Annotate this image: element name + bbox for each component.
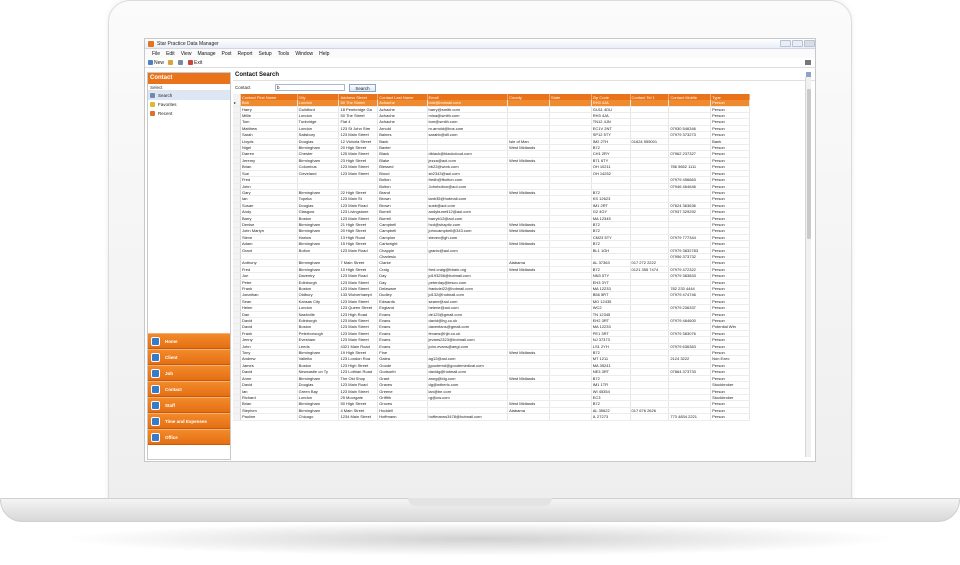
people-icon	[151, 336, 160, 346]
nav-time-expenses[interactable]: Time and Expenses	[148, 413, 230, 429]
toolbar: New Exit	[145, 58, 815, 68]
scroll-thumb[interactable]	[807, 89, 811, 239]
row-header[interactable]	[233, 413, 241, 421]
table-cell	[507, 413, 550, 421]
exit-icon	[188, 60, 194, 65]
menu-setup[interactable]: Setup	[259, 51, 272, 57]
nav-label: Office	[165, 434, 178, 440]
people-icon	[151, 432, 160, 442]
printer-icon	[178, 60, 184, 65]
table-cell: 123 Lothian Road	[338, 368, 379, 376]
table-cell: 1234 Main Street	[338, 413, 379, 421]
options-icon[interactable]	[805, 60, 811, 65]
close-button[interactable]	[804, 40, 815, 47]
nav-label: Client	[165, 354, 178, 360]
sidebar-item-search[interactable]: Search	[148, 91, 230, 100]
people-icon	[151, 384, 160, 394]
select-label: Select	[148, 84, 230, 91]
contacts-grid: Contact First Name City Address Street Cont…	[233, 94, 750, 421]
sidebar: Contact Select Search Favorites Recent H…	[147, 72, 231, 460]
clock-icon	[150, 111, 155, 116]
contact-search-input[interactable]	[275, 84, 345, 91]
exit-button[interactable]: Exit	[188, 60, 202, 66]
menu-file[interactable]: File	[152, 51, 160, 57]
table-row[interactable]: Pauline Chicago 1234 Main Street Hoffmann ho…	[233, 413, 750, 421]
print-button[interactable]	[178, 60, 184, 65]
minimize-button[interactable]	[780, 40, 791, 47]
menu-manage[interactable]: Manage	[197, 51, 215, 57]
window-title: Star Practice Data Manager	[157, 40, 219, 47]
sidebar-item-favorites[interactable]: Favorites	[148, 100, 230, 109]
table-cell: Hoffmann	[377, 413, 428, 421]
nav-client[interactable]: Client	[148, 349, 230, 365]
nav-home[interactable]: Home	[148, 333, 230, 349]
table-cell: 123 Queen Street	[338, 304, 379, 312]
page-title: Contact Search	[233, 72, 815, 81]
table-cell	[549, 413, 592, 421]
nav-label: Time and Expenses	[165, 418, 207, 424]
search-row: Contact Search	[233, 81, 815, 94]
nav-contact[interactable]: Contact	[148, 381, 230, 397]
maximize-button[interactable]	[792, 40, 803, 47]
magnifier-icon	[150, 93, 155, 98]
people-icon	[151, 352, 160, 362]
nav-job[interactable]: Job	[148, 365, 230, 381]
table-cell: 773 4834 2221	[668, 413, 712, 421]
search-button[interactable]: Search	[349, 83, 376, 92]
table-cell: 18 Pembridge Ga	[338, 106, 379, 114]
main-panel: Contact Search Contact Search Contact Fi…	[233, 72, 815, 460]
nav-label: Home	[165, 338, 178, 344]
table-cell: Pauline	[240, 413, 298, 421]
sidebar-item-label: Search	[158, 93, 173, 98]
laptop-shadow	[60, 522, 900, 556]
menu-help[interactable]: Help	[319, 51, 329, 57]
menu-window[interactable]: Window	[295, 51, 313, 57]
sidebar-item-label: Recent	[158, 111, 173, 116]
menu-view[interactable]: View	[181, 51, 192, 57]
app-logo-icon	[148, 40, 154, 47]
menu-report[interactable]: Report	[238, 51, 253, 57]
people-icon	[151, 400, 160, 410]
people-icon	[151, 368, 160, 378]
menu-edit[interactable]: Edit	[166, 51, 175, 57]
new-doc-icon	[148, 60, 153, 65]
table-cell: Chicago	[297, 413, 340, 421]
menu-bar: File Edit View Manage Post Report Setup …	[145, 49, 815, 58]
search-label: Contact	[235, 85, 251, 90]
module-nav: Home Client Job Contact Staff Time and E…	[148, 333, 230, 445]
people-icon	[151, 416, 160, 426]
menu-tools[interactable]: Tools	[278, 51, 290, 57]
sidebar-item-label: Favorites	[158, 102, 177, 107]
nav-label: Staff	[165, 402, 175, 408]
mail-button[interactable]	[168, 60, 174, 65]
exit-label: Exit	[194, 59, 203, 66]
star-icon	[150, 102, 155, 107]
sidebar-item-recent[interactable]: Recent	[148, 109, 230, 118]
table-cell: Person	[710, 413, 750, 421]
table-cell: IL 27273	[591, 413, 631, 421]
nav-label: Contact	[165, 386, 182, 392]
grid-body: ▸ Bob London 50 The Street Achache bob@hotmai…	[233, 100, 750, 421]
nav-label: Job	[165, 370, 174, 376]
laptop-notch	[408, 498, 552, 506]
new-button[interactable]: New	[148, 60, 164, 66]
table-cell	[630, 413, 670, 421]
nav-office[interactable]: Office	[148, 429, 230, 445]
grid-scrollbar[interactable]	[805, 77, 811, 457]
nav-staff[interactable]: Staff	[148, 397, 230, 413]
mail-icon	[168, 60, 174, 65]
menu-post[interactable]: Post	[222, 51, 232, 57]
new-label: New	[154, 59, 165, 66]
title-bar: Star Practice Data Manager	[145, 39, 815, 49]
table-cell: hoffmanns3478@hotmail.com	[427, 413, 509, 421]
sidebar-header: Contact	[148, 73, 230, 84]
app-window: Star Practice Data Manager File Edit Vie…	[144, 38, 816, 462]
